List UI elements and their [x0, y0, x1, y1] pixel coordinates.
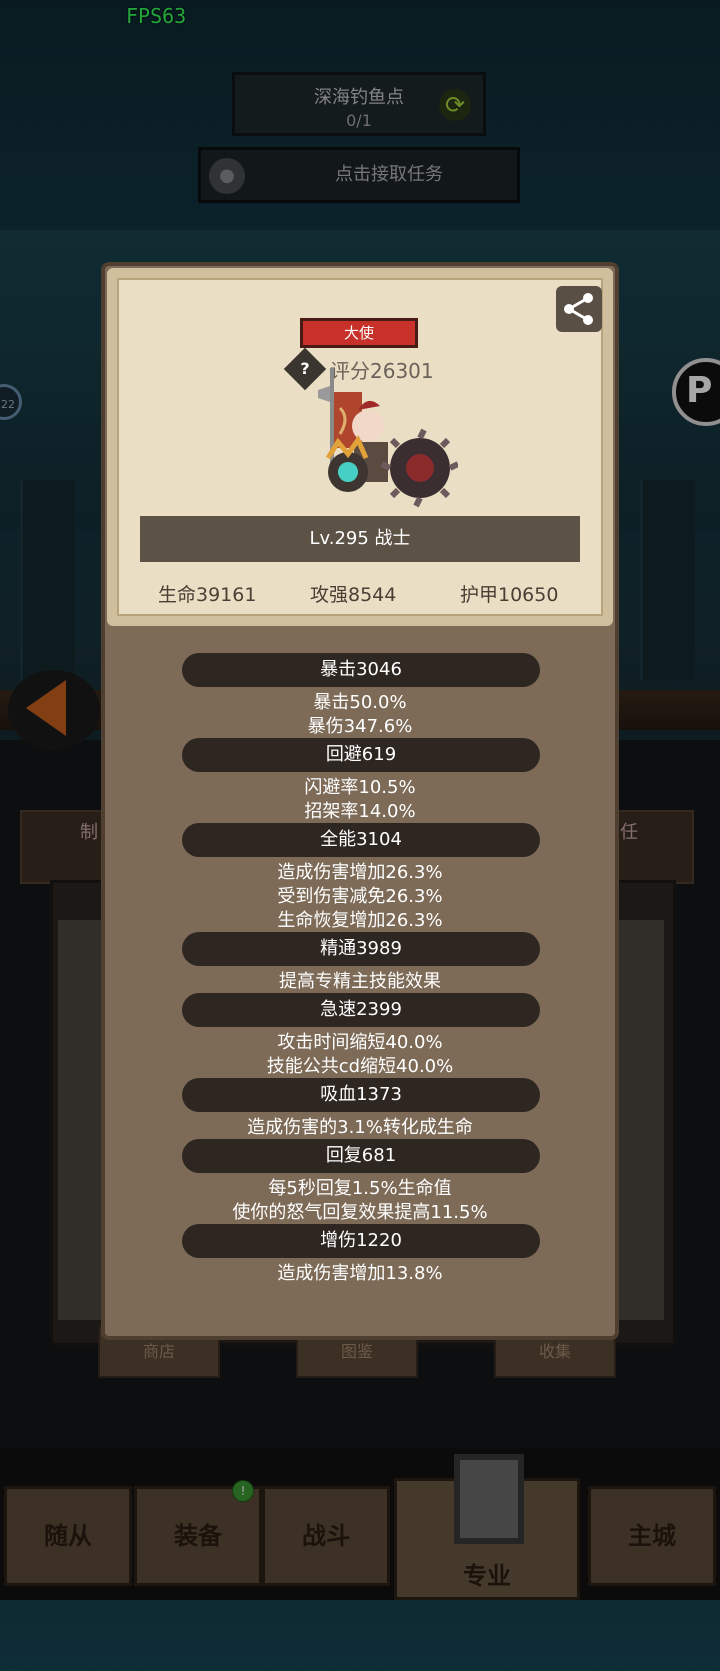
stat-line: 造成伤害增加13.8%: [277, 1263, 443, 1284]
stat-line: 攻击时间缩短40.0%: [277, 1032, 443, 1053]
level-class-bar: Lv.295 战士: [140, 516, 580, 562]
stat-line: 提高专精主技能效果: [279, 971, 441, 992]
stat-header-haste: 急速2399: [182, 993, 540, 1027]
stat-header-crit: 暴击3046: [182, 653, 540, 687]
stat-line: 造成伤害增加26.3%: [277, 862, 443, 883]
stat-line: 暴击50.0%: [313, 692, 407, 713]
stat-header-evasion: 回避619: [182, 738, 540, 772]
stat-header-versatility: 全能3104: [182, 823, 540, 857]
hp-stat: 生命39161: [158, 584, 257, 606]
stat-line: 造成伤害的3.1%转化成生命: [247, 1117, 473, 1138]
share-button[interactable]: [556, 286, 602, 332]
stat-line: 使你的怒气回复效果提高11.5%: [232, 1202, 488, 1223]
stat-header-lifesteal: 吸血1373: [182, 1078, 540, 1112]
armor-stat: 护甲10650: [460, 584, 559, 606]
stat-header-damage-boost: 增伤1220: [182, 1224, 540, 1258]
attack-stat: 攻强8544: [310, 584, 397, 606]
stat-line: 闪避率10.5%: [304, 777, 416, 798]
warrior-character-image: [318, 368, 458, 508]
stat-line: 生命恢复增加26.3%: [277, 910, 443, 931]
stat-line: 受到伤害减免26.3%: [277, 886, 443, 907]
stat-line: 招架率14.0%: [304, 801, 416, 822]
share-icon: [564, 293, 593, 325]
title-badge: 大使: [300, 318, 418, 348]
stat-line: 每5秒回复1.5%生命值: [268, 1178, 452, 1199]
stat-line: 暴伤347.6%: [307, 716, 413, 737]
stat-header-recovery: 回复681: [182, 1139, 540, 1173]
stat-header-mastery: 精通3989: [182, 932, 540, 966]
stat-line: 技能公共cd缩短40.0%: [266, 1056, 454, 1077]
